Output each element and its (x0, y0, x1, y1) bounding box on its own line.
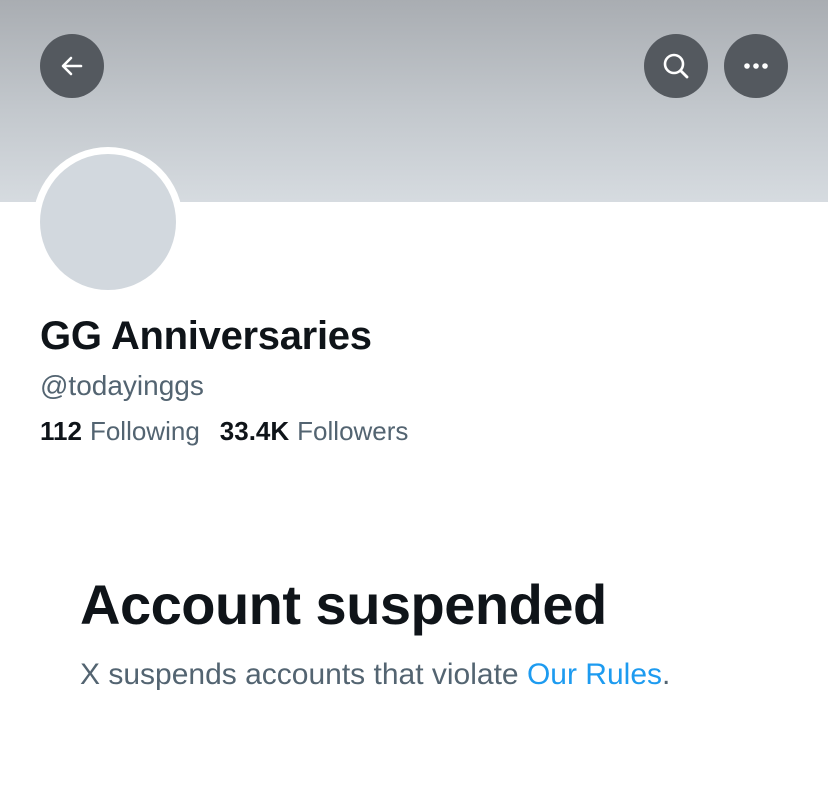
suspended-message: X suspends accounts that violate Our Rul… (80, 658, 670, 692)
avatar[interactable] (40, 154, 176, 290)
more-horizontal-icon (740, 50, 772, 82)
back-button[interactable] (40, 34, 104, 98)
following-label: Following (89, 416, 200, 446)
avatar-frame (33, 147, 183, 297)
suspended-title: Account suspended (80, 573, 607, 636)
profile-stats: 112 Following 33.4K Followers (40, 416, 408, 447)
profile-page: GG Anniversaries @todayinggs 112 Followi… (0, 0, 828, 787)
suspended-message-period: . (662, 658, 671, 691)
followers-link[interactable]: 33.4K Followers (220, 416, 409, 447)
display-name: GG Anniversaries (40, 314, 372, 358)
our-rules-link[interactable]: Our Rules (527, 658, 662, 691)
followers-count: 33.4K (219, 416, 290, 446)
search-button[interactable] (644, 34, 708, 98)
search-icon (660, 50, 692, 82)
following-link[interactable]: 112 Following (40, 416, 200, 447)
user-handle: @todayinggs (40, 370, 204, 401)
followers-label: Followers (297, 416, 409, 446)
suspended-message-text: X suspends accounts that violate (80, 658, 527, 691)
following-count: 112 (40, 416, 82, 446)
arrow-left-icon (57, 51, 87, 81)
more-options-button[interactable] (724, 34, 788, 98)
